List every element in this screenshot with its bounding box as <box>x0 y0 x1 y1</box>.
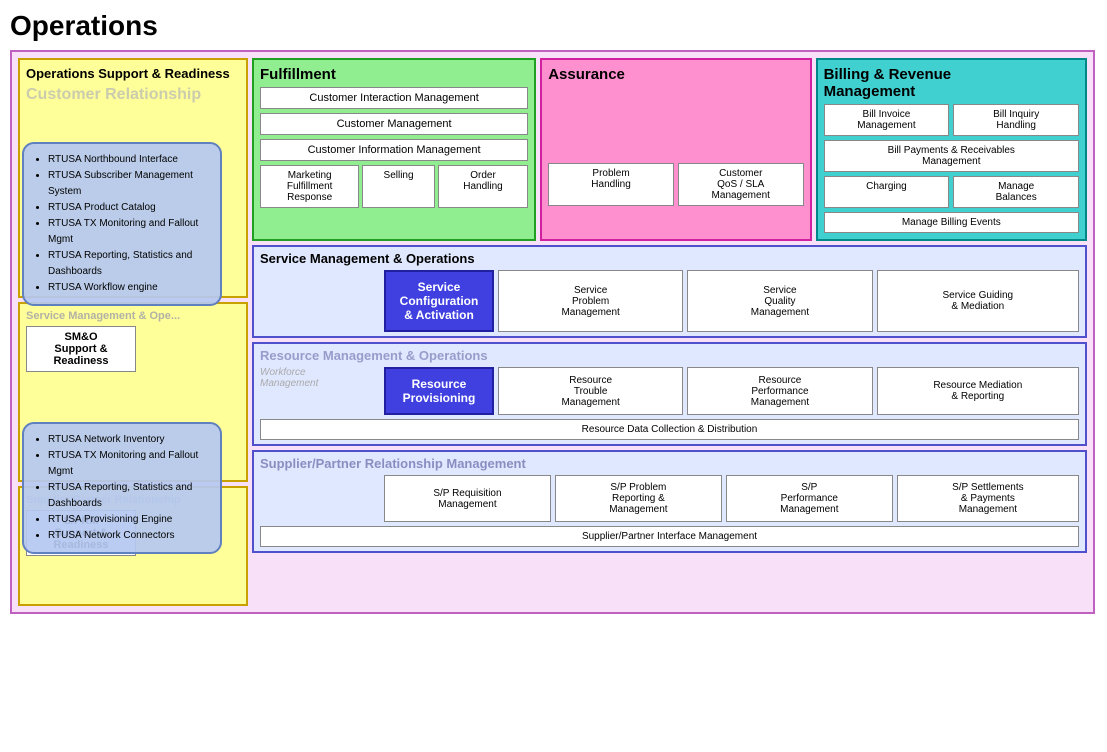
callout-item: RTUSA Network Inventory <box>48 432 210 448</box>
resource-trouble-box: ResourceTroubleManagement <box>498 367 683 415</box>
smo-inner-row: ServiceConfiguration& Activation Service… <box>260 270 1079 332</box>
fulfillment-title: Fulfillment <box>260 66 528 83</box>
callout-item: RTUSA Reporting, Statistics and Dashboar… <box>48 248 210 280</box>
smo-title: Service Management & Ope... <box>26 310 240 322</box>
callout-item: RTUSA Subscriber Management System <box>48 168 210 200</box>
order-handling-box: OrderHandling <box>438 165 528 208</box>
assurance-bottom-row: ProblemHandling CustomerQoS / SLAManagem… <box>548 163 803 206</box>
callout-item: RTUSA TX Monitoring and Fallout Mgmt <box>48 216 210 248</box>
sprm-section-label: Supplier/Partner Relationship Management <box>260 456 1079 471</box>
callout-bottom-list: RTUSA Network Inventory RTUSA TX Monitor… <box>34 432 210 544</box>
sp-requisition-box: S/P RequisitionManagement <box>384 475 551 522</box>
billing-row2: Charging ManageBalances <box>824 176 1079 208</box>
charging-box: Charging <box>824 176 950 208</box>
resource-data-box: Resource Data Collection & Distribution <box>260 419 1079 440</box>
service-problem-box: ServiceProblemManagement <box>498 270 683 332</box>
resource-perf-box: ResourcePerformanceManagement <box>687 367 872 415</box>
sprm-section-row: Supplier/Partner Relationship Management… <box>252 450 1087 553</box>
billing-section: Billing & RevenueManagement Bill Invoice… <box>816 58 1087 241</box>
service-guiding-box: Service Guiding& Mediation <box>877 270 1079 332</box>
manage-balances-box: ManageBalances <box>953 176 1079 208</box>
callout-item: RTUSA TX Monitoring and Fallout Mgmt <box>48 448 210 480</box>
page-title: Operations <box>10 10 1097 42</box>
sp-perf-box: S/PPerformanceManagement <box>726 475 893 522</box>
cim-box: Customer Interaction Management <box>260 87 528 109</box>
resource-mediation-box: Resource Mediation& Reporting <box>877 367 1079 415</box>
rmo-section-label: Resource Management & Operations <box>260 348 1079 363</box>
customer-qos-box: CustomerQoS / SLAManagement <box>678 163 804 206</box>
bill-inquiry-box: Bill InquiryHandling <box>953 104 1079 136</box>
smo-section-row: Service Management & Operations ServiceC… <box>252 245 1087 338</box>
cm-box: Customer Management <box>260 113 528 135</box>
rmo-ghost-label: WorkforceManagement <box>260 367 380 389</box>
rmo-inner-row: WorkforceManagement ResourceProvisioning… <box>260 367 1079 415</box>
callout-item: RTUSA Northbound Interface <box>48 152 210 168</box>
callout-item: RTUSA Product Catalog <box>48 200 210 216</box>
problem-handling-box: ProblemHandling <box>548 163 674 206</box>
right-area: Fulfillment Customer Interaction Managem… <box>252 58 1087 606</box>
smo-section-label: Service Management & Operations <box>260 251 1079 266</box>
assurance-section: Assurance ProblemHandling CustomerQoS / … <box>540 58 811 241</box>
sp-interface-box: Supplier/Partner Interface Management <box>260 526 1079 547</box>
bill-invoice-box: Bill InvoiceManagement <box>824 104 950 136</box>
callout-top: RTUSA Northbound Interface RTUSA Subscri… <box>22 142 222 306</box>
smo-left-placeholder <box>260 270 380 332</box>
callout-item: RTUSA Provisioning Engine <box>48 512 210 528</box>
top-sections-row: Fulfillment Customer Interaction Managem… <box>252 58 1087 241</box>
service-config-box: ServiceConfiguration& Activation <box>384 270 494 332</box>
crm-ghost: Customer Relationship <box>26 85 240 104</box>
callout-top-list: RTUSA Northbound Interface RTUSA Subscri… <box>34 152 210 296</box>
smo-support-box: SM&OSupport &Readiness <box>26 326 136 372</box>
callout-item: RTUSA Reporting, Statistics and Dashboar… <box>48 480 210 512</box>
fulfillment-section: Fulfillment Customer Interaction Managem… <box>252 58 536 241</box>
service-quality-box: ServiceQualityManagement <box>687 270 872 332</box>
callout-item: RTUSA Network Connectors <box>48 528 210 544</box>
resource-provisioning-box: ResourceProvisioning <box>384 367 494 415</box>
fulfillment-bottom-row: MarketingFulfillmentResponse Selling Ord… <box>260 165 528 208</box>
callout-bottom: RTUSA Network Inventory RTUSA TX Monitor… <box>22 422 222 554</box>
marketing-box: MarketingFulfillmentResponse <box>260 165 359 208</box>
billing-title: Billing & RevenueManagement <box>824 66 1079 100</box>
rmo-left-placeholder: WorkforceManagement <box>260 367 380 415</box>
rmo-section-row: Resource Management & Operations Workfor… <box>252 342 1087 446</box>
sp-settlements-box: S/P Settlements& PaymentsManagement <box>897 475 1079 522</box>
sprm-inner-row: S/P RequisitionManagement S/P ProblemRep… <box>260 475 1079 522</box>
sp-problem-box: S/P ProblemReporting &Management <box>555 475 722 522</box>
ops-support-title: Operations Support & Readiness <box>26 66 240 81</box>
manage-billing-box: Manage Billing Events <box>824 212 1079 233</box>
outer-frame: RTUSA Northbound Interface RTUSA Subscri… <box>10 50 1095 614</box>
smo-support-label: SM&OSupport &Readiness <box>53 331 108 367</box>
assurance-title: Assurance <box>548 66 803 83</box>
selling-box: Selling <box>362 165 435 208</box>
cinfo-box: Customer Information Management <box>260 139 528 161</box>
bill-payments-box: Bill Payments & ReceivablesManagement <box>824 140 1079 172</box>
billing-row1: Bill InvoiceManagement Bill InquiryHandl… <box>824 104 1079 136</box>
callout-item: RTUSA Workflow engine <box>48 280 210 296</box>
sprm-left-placeholder <box>260 475 380 522</box>
